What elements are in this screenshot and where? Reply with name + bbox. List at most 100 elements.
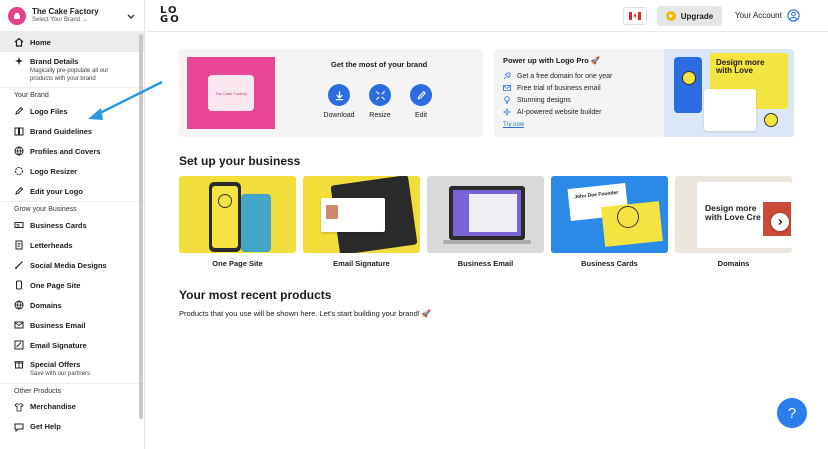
tile-label: Domains xyxy=(717,259,750,268)
phone-mockup-2 xyxy=(241,194,271,252)
sidebar-item-label: Logo Files xyxy=(30,106,68,116)
promo-feature: Stunning designs xyxy=(503,96,571,104)
recent-empty-text: Products that you use will be shown here… xyxy=(179,309,432,318)
brand-switcher[interactable]: The Cake Factory Select Your Brand → xyxy=(0,0,144,32)
bulb-icon xyxy=(503,96,511,104)
pencil-icon xyxy=(410,84,432,106)
sidebar-item-special-offers[interactable]: Special Offers Save with our partners xyxy=(0,355,144,383)
download-icon xyxy=(328,84,350,106)
home-icon xyxy=(14,37,24,47)
sidebar-item-business-email[interactable]: Business Email xyxy=(0,315,144,335)
promo-feature-text: Get a free domain for one year xyxy=(517,72,613,80)
canada-flag-icon xyxy=(629,12,641,20)
business-card-mockup xyxy=(704,89,756,131)
smiley-icon xyxy=(218,194,232,208)
download-button[interactable]: Download xyxy=(319,84,359,119)
sidebar-item-label: Get Help xyxy=(30,422,61,431)
sidebar-item-label: Merchandise xyxy=(30,402,76,411)
promo-title: Power up with Logo Pro 🚀 xyxy=(503,56,601,65)
smiley-icon xyxy=(764,113,778,127)
mail-icon xyxy=(14,320,24,330)
signature-icon xyxy=(14,340,24,350)
sidebar-item-label: Letterheads xyxy=(30,240,73,250)
tile-label: Email Signature xyxy=(333,259,390,268)
avatar xyxy=(326,205,338,219)
sidebar-item-label: Domains xyxy=(30,300,62,310)
sparkle-icon xyxy=(14,56,24,66)
sidebar-item-label: Email Signature xyxy=(30,340,87,350)
sidebar-item-label: Special Offers xyxy=(30,359,81,369)
laptop-base xyxy=(443,240,531,244)
sidebar-item-letterheads[interactable]: Letterheads xyxy=(0,235,144,255)
try-now-link[interactable]: Try now xyxy=(503,122,524,128)
sidebar-item-profiles-covers[interactable]: Profiles and Covers xyxy=(0,141,144,161)
sidebar: The Cake Factory Select Your Brand → Hom… xyxy=(0,0,145,449)
user-icon xyxy=(787,9,800,22)
sidebar-scrollbar[interactable] xyxy=(139,34,143,419)
sidebar-item-get-help[interactable]: Get Help xyxy=(0,417,144,437)
country-flag-button[interactable] xyxy=(623,7,647,25)
top-bar: LOGO ★ Upgrade Your Account xyxy=(146,0,828,32)
tile-label: Business Email xyxy=(457,259,514,268)
promo-feature-text: AI-powered website builder xyxy=(517,108,602,116)
help-button[interactable]: ? xyxy=(777,398,807,428)
sidebar-item-label: Home xyxy=(30,37,51,47)
brand-select-hint: Select Your Brand → xyxy=(32,16,88,23)
document-icon xyxy=(14,240,24,250)
upgrade-label: Upgrade xyxy=(680,11,714,21)
logo-com-logo[interactable]: LOGO xyxy=(160,6,182,25)
shirt-icon xyxy=(14,402,24,412)
sidebar-item-business-cards[interactable]: Business Cards xyxy=(0,215,144,235)
sidebar-item-email-signature[interactable]: Email Signature xyxy=(0,335,144,355)
sidebar-item-edit-logo[interactable]: Edit your Logo xyxy=(0,181,144,201)
recent-title: Your most recent products xyxy=(179,288,332,302)
brand-logo-preview[interactable]: The Cake Factory xyxy=(187,57,275,129)
tile-business-email[interactable] xyxy=(427,176,544,253)
rocket-icon xyxy=(503,72,511,80)
card-icon xyxy=(14,220,24,230)
globe-icon xyxy=(14,300,24,310)
sidebar-item-logo-files[interactable]: Logo Files xyxy=(0,101,144,121)
resize-icon xyxy=(14,166,24,176)
upgrade-button[interactable]: ★ Upgrade xyxy=(657,6,722,26)
brand-card: The Cake Factory Get the most of your br… xyxy=(179,49,483,137)
carousel-next-button[interactable] xyxy=(771,213,789,231)
chevron-right-icon xyxy=(778,219,783,225)
brand-avatar xyxy=(8,6,26,25)
sidebar-item-one-page-site[interactable]: One Page Site xyxy=(0,275,144,295)
sidebar-item-merchandise[interactable]: Merchandise xyxy=(0,397,144,417)
smiley-icon xyxy=(682,71,696,85)
account-label: Your Account xyxy=(735,11,782,20)
sidebar-item-domains[interactable]: Domains xyxy=(0,295,144,315)
tile-one-page-site[interactable] xyxy=(179,176,296,253)
book-icon xyxy=(14,126,24,136)
sidebar-item-brand-guidelines[interactable]: Brand Guidelines xyxy=(0,121,144,141)
gift-icon xyxy=(14,359,24,369)
sidebar-item-social-media[interactable]: Social Media Designs xyxy=(0,255,144,275)
sidebar-item-logo-resizer[interactable]: Logo Resizer xyxy=(0,161,144,181)
sidebar-item-description: Save with our partners xyxy=(30,371,91,377)
sidebar-item-label: Social Media Designs xyxy=(30,260,107,270)
sidebar-item-description: Magically pre-populate all our products … xyxy=(30,68,109,82)
download-label: Download xyxy=(323,112,355,119)
brand-name: The Cake Factory xyxy=(32,6,99,16)
edit-icon xyxy=(14,186,24,196)
brand-card-title: Get the most of your brand xyxy=(331,60,428,69)
promo-feature: AI-powered website builder xyxy=(503,108,601,116)
resize-icon xyxy=(369,84,391,106)
section-label-grow: Grow your Business xyxy=(0,201,144,215)
promo-feature: Free trial of business email xyxy=(503,84,601,92)
edit-button[interactable]: Edit xyxy=(401,84,441,119)
tile-email-signature[interactable] xyxy=(303,176,420,253)
phone-icon xyxy=(14,280,24,290)
logo-pro-promo: Power up with Logo Pro 🚀 Get a free doma… xyxy=(494,49,794,137)
promo-artwork: Design more with Love xyxy=(664,49,794,137)
sidebar-item-brand-details[interactable]: Brand Details Magically pre-populate all… xyxy=(0,52,144,87)
account-menu[interactable]: Your Account xyxy=(735,9,800,22)
section-label-other: Other Products xyxy=(0,382,144,397)
tile-business-cards[interactable]: John Doe Founder xyxy=(551,176,668,253)
resize-button[interactable]: Resize xyxy=(360,84,400,119)
sidebar-item-home[interactable]: Home xyxy=(0,32,144,52)
chevron-down-icon xyxy=(127,14,135,19)
tile-label: One Page Site xyxy=(212,259,263,268)
